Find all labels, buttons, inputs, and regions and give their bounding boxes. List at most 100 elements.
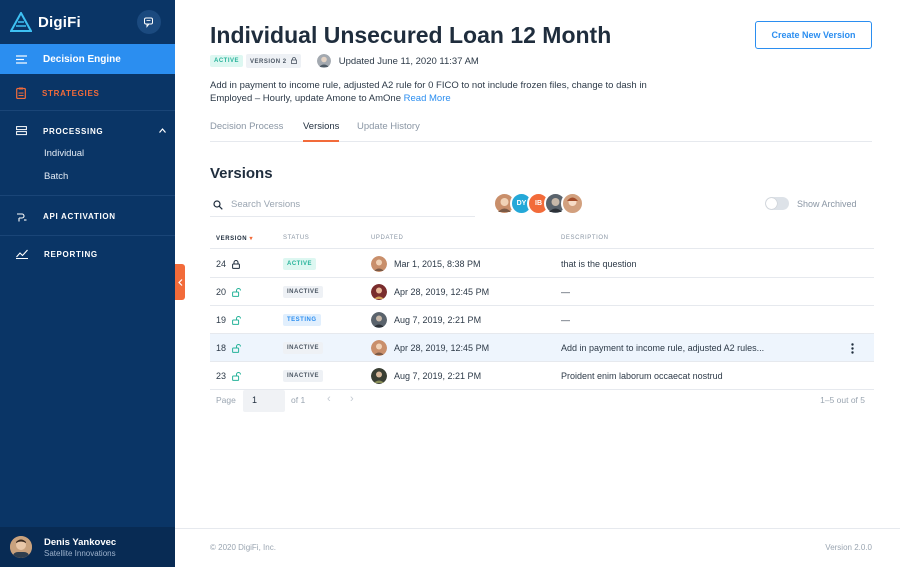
column-header-updated[interactable]: UPDATED	[371, 235, 403, 241]
user-avatar[interactable]	[561, 192, 584, 215]
updated-value: Aug 7, 2019, 2:21 PM	[394, 371, 482, 381]
footer: © 2020 DigiFi, Inc. Version 2.0.0	[175, 528, 900, 567]
show-archived-toggle[interactable]	[765, 197, 789, 210]
version-number: 24	[216, 250, 240, 278]
table-row[interactable]: 18 INACTIVE Apr 28, 2019, 12:45 PM Add i…	[210, 334, 874, 362]
status-badge: ACTIVE	[210, 55, 244, 67]
column-header-description[interactable]: DESCRIPTION	[561, 235, 609, 241]
column-header-status[interactable]: STATUS	[283, 235, 309, 241]
page-count: of 1	[291, 395, 306, 405]
sidebar-item-label: PROCESSING	[43, 126, 104, 136]
tab-bar: Decision Process Versions Update History	[210, 121, 872, 142]
unlock-icon	[232, 343, 242, 353]
chat-icon	[144, 17, 153, 28]
search-icon	[213, 199, 223, 210]
sidebar-subitem-batch[interactable]: Batch	[44, 171, 68, 182]
table-row[interactable]: 20 INACTIVE Apr 28, 2019, 12:45 PM —	[210, 278, 874, 306]
prev-page-button[interactable]: ‹	[327, 393, 331, 405]
search-input[interactable]: Search Versions	[210, 193, 475, 217]
description-cell: that is the question	[561, 259, 637, 269]
toggle-knob	[766, 198, 777, 209]
create-new-version-button[interactable]: Create New Version	[755, 21, 872, 49]
avatar	[371, 368, 387, 384]
next-page-button[interactable]: ›	[350, 393, 354, 405]
page-title: Individual Unsecured Loan 12 Month	[210, 22, 612, 48]
tab-versions[interactable]: Versions	[303, 121, 340, 142]
status-badge: TESTING	[283, 314, 321, 326]
result-range: 1–5 out of 5	[820, 395, 865, 405]
status-cell: INACTIVE	[283, 334, 324, 362]
collapse-sidebar-button[interactable]	[175, 264, 185, 300]
chat-button[interactable]	[137, 10, 161, 34]
sidebar-item-label: REPORTING	[44, 249, 98, 259]
strategy-meta: ACTIVE VERSION 2 Updated June 11, 2020 1…	[210, 54, 479, 68]
updater-avatar	[316, 54, 331, 68]
more-vertical-icon	[851, 342, 854, 354]
updated-cell: Aug 7, 2019, 2:21 PM	[371, 306, 481, 334]
updated-timestamp: Updated June 11, 2020 11:37 AM	[338, 55, 479, 67]
pagination: Page 1 of 1 ‹ › 1–5 out of 5	[210, 390, 874, 412]
avatar	[371, 312, 387, 328]
tab-decision-process[interactable]: Decision Process	[210, 121, 283, 142]
updated-value: Mar 1, 2015, 8:38 PM	[394, 259, 481, 269]
unlock-icon	[232, 287, 242, 297]
plug-icon	[17, 212, 27, 221]
version-number: 23	[216, 362, 242, 390]
updated-cell: Mar 1, 2015, 8:38 PM	[371, 250, 481, 278]
column-header-version[interactable]: VERSION ▾	[216, 235, 253, 242]
strategy-description: Add in payment to income rule, adjusted …	[210, 79, 650, 105]
divider	[0, 235, 175, 236]
sidebar-item-api-activation[interactable]: API ACTIVATION	[0, 209, 175, 223]
menu-lines-icon	[16, 54, 27, 64]
description-cell: —	[561, 287, 570, 297]
page-number-input[interactable]: 1	[243, 390, 285, 412]
chevron-up-icon[interactable]	[159, 128, 166, 133]
user-profile[interactable]: Denis Yankovec Satellite Innovations	[0, 527, 175, 567]
divider	[0, 195, 175, 196]
sidebar: DigiFi Decision Engine STRATEGIES PROCES…	[0, 0, 175, 567]
brand-name: DigiFi	[38, 13, 81, 31]
copyright: © 2020 DigiFi, Inc.	[210, 543, 276, 552]
chart-line-icon	[16, 249, 28, 259]
status-cell: TESTING	[283, 306, 321, 334]
clipboard-icon	[16, 87, 26, 99]
updated-cell: Aug 7, 2019, 2:21 PM	[371, 362, 481, 390]
sidebar-item-reporting[interactable]: REPORTING	[0, 247, 175, 261]
read-more-link[interactable]: Read More	[404, 93, 451, 104]
status-cell: INACTIVE	[283, 362, 324, 390]
description-cell: Proident enim laborum occaecat nostrud	[561, 371, 723, 381]
avatar	[371, 340, 387, 356]
table-row[interactable]: 23 INACTIVE Aug 7, 2019, 2:21 PM Proiden…	[210, 362, 874, 390]
version-badge-label: VERSION 2	[250, 59, 287, 65]
table-row[interactable]: 24 ACTIVE Mar 1, 2015, 8:38 PM that is t…	[210, 250, 874, 278]
lock-icon	[232, 259, 240, 269]
show-archived-label: Show Archived	[797, 199, 857, 209]
status-badge: INACTIVE	[283, 370, 324, 382]
updated-value: Apr 28, 2019, 12:45 PM	[394, 287, 490, 297]
version-number: 19	[216, 306, 242, 334]
avatar	[371, 256, 387, 272]
version-value: 24	[216, 259, 227, 269]
table-row[interactable]: 19 TESTING Aug 7, 2019, 2:21 PM —	[210, 306, 874, 334]
status-cell: ACTIVE	[283, 250, 317, 278]
page-label: Page	[216, 395, 236, 405]
sidebar-subitem-individual[interactable]: Individual	[44, 148, 84, 159]
row-actions-button[interactable]	[851, 334, 854, 362]
version-number: 18	[216, 334, 242, 362]
tab-update-history[interactable]: Update History	[357, 121, 420, 142]
unlock-icon	[232, 371, 242, 381]
description-cell: Add in payment to income rule, adjusted …	[561, 343, 765, 353]
module-label: Decision Engine	[43, 53, 121, 65]
sidebar-item-processing[interactable]: PROCESSING	[0, 124, 175, 138]
status-cell: INACTIVE	[283, 278, 324, 306]
version-value: 19	[216, 315, 227, 325]
user-name: Denis Yankovec	[44, 536, 117, 548]
version-value: 18	[216, 343, 227, 353]
status-badge: INACTIVE	[283, 342, 324, 354]
avatar	[10, 536, 32, 558]
module-decision-engine[interactable]: Decision Engine	[0, 44, 175, 74]
status-badge: ACTIVE	[283, 258, 317, 270]
sort-desc-icon: ▾	[249, 236, 254, 242]
version-number: 20	[216, 278, 242, 306]
sidebar-item-strategies[interactable]: STRATEGIES	[0, 86, 175, 100]
